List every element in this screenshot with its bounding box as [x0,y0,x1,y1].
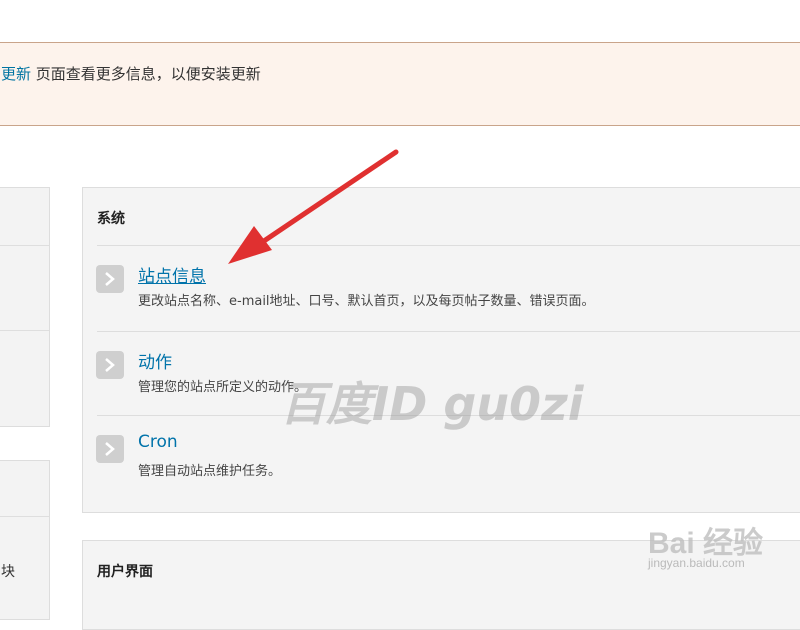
divider [97,245,800,246]
divider [97,331,800,332]
divider [0,330,49,331]
logo-subtext: jingyan.baidu.com [648,556,745,570]
actions-link[interactable]: 动作 [138,348,172,373]
cron-description: 管理自动站点维护任务。 [138,464,282,479]
watermark: 百度ID gu0zi [280,377,584,431]
cron-link[interactable]: Cron [138,432,178,452]
user-interface-panel-title: 用户界面 [97,564,153,580]
baidu-jingyan-logo: Bai 经验 jingyan.baidu.com [648,510,798,580]
left-panel-text: 块 [1,564,15,580]
updates-link[interactable]: 更新 [1,65,31,83]
divider [0,516,49,517]
notice-text: 更新 页面查看更多信息，以便安装更新 [1,63,261,84]
system-panel-title: 系统 [97,211,125,227]
chevron-right-icon[interactable] [96,351,124,379]
update-notice: 更新 页面查看更多信息，以便安装更新 [0,42,800,126]
system-panel: 系统 站点信息 更改站点名称、e-mail地址、口号、默认首页，以及每页帖子数量… [82,187,800,513]
left-panel-top [0,187,50,427]
left-panel-bottom: 块 [0,460,50,620]
chevron-right-icon[interactable] [96,265,124,293]
site-information-description: 更改站点名称、e-mail地址、口号、默认首页，以及每页帖子数量、错误页面。 [138,294,595,309]
chevron-right-icon[interactable] [96,435,124,463]
site-information-link[interactable]: 站点信息 [138,262,206,287]
admin-item-site-information[interactable]: 站点信息 更改站点名称、e-mail地址、口号、默认首页，以及每页帖子数量、错误… [83,257,800,337]
admin-item-cron[interactable]: Cron 管理自动站点维护任务。 [83,427,800,507]
notice-message: 页面查看更多信息，以便安装更新 [31,65,261,83]
divider [0,245,49,246]
